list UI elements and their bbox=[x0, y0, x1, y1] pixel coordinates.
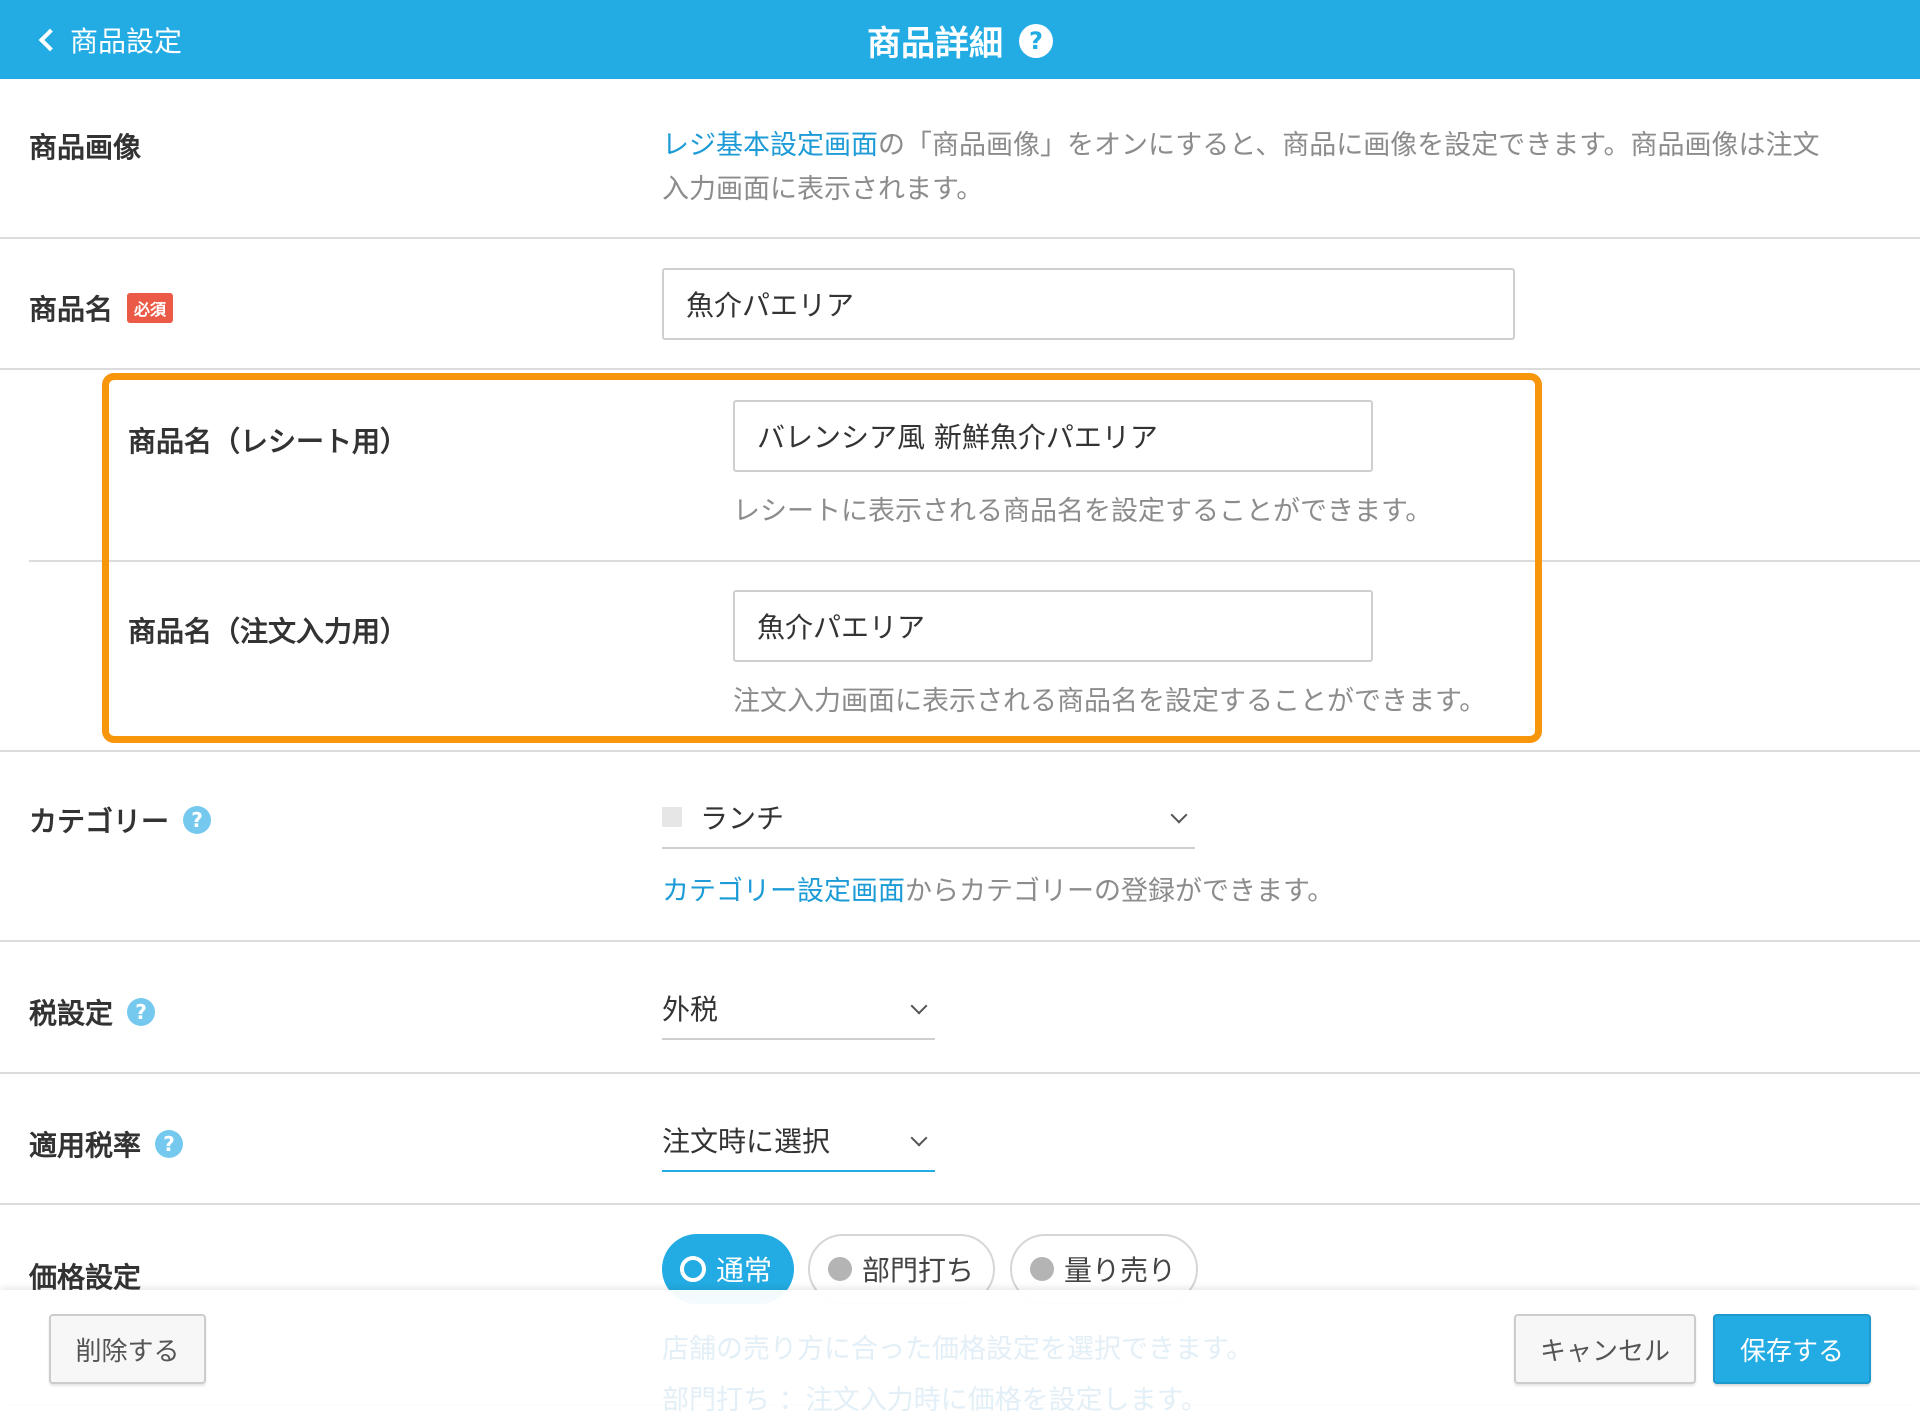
category-desc-rest: からカテゴリーの登録ができます。 bbox=[905, 876, 1335, 907]
tax-label-text: 税設定 bbox=[29, 997, 114, 1030]
help-icon[interactable]: ? bbox=[1019, 23, 1053, 58]
divider bbox=[0, 940, 1920, 942]
cancel-button[interactable]: キャンセル bbox=[1514, 1314, 1696, 1384]
tax-rate-value: 注文時に選択 bbox=[662, 1125, 831, 1158]
category-label-text: カテゴリー bbox=[29, 805, 170, 838]
chevron-down-icon bbox=[1170, 806, 1188, 824]
highlight-box bbox=[102, 373, 1542, 743]
radio-unselected-icon bbox=[828, 1257, 852, 1281]
delete-button[interactable]: 削除する bbox=[49, 1314, 206, 1384]
help-icon[interactable]: ? bbox=[183, 806, 212, 834]
tax-value: 外税 bbox=[662, 993, 719, 1026]
product-name-label-text: 商品名 bbox=[29, 293, 114, 326]
product-image-description: レジ基本設定画面の「商品画像」をオンにすると、商品に画像を設定できます。商品画像… bbox=[662, 124, 1882, 212]
price-description-2: 部門打ち ：注文入力時に価格を設定します。 bbox=[662, 1385, 1208, 1416]
divider bbox=[0, 368, 1920, 370]
divider bbox=[0, 1072, 1920, 1074]
help-icon[interactable]: ? bbox=[127, 998, 156, 1026]
footer-bar: 店舗の売り方に合った価格設定を選択できます。 部門打ち ：注文入力時に価格を設定… bbox=[0, 1290, 1920, 1416]
tax-rate-label-text: 適用税率 bbox=[29, 1129, 142, 1162]
page-title: 商品詳細 bbox=[867, 24, 1003, 64]
price-option-label: 通常 bbox=[716, 1254, 773, 1287]
product-image-label-text: 商品画像 bbox=[29, 131, 142, 164]
product-name-label: 商品名 必須 bbox=[29, 288, 174, 328]
product-image-label: 商品画像 bbox=[29, 126, 141, 166]
category-select[interactable]: ランチ bbox=[662, 787, 1195, 849]
chevron-down-icon bbox=[910, 1129, 928, 1147]
page-title-group: 商品詳細 ? bbox=[0, 16, 1920, 65]
radio-unselected-icon bbox=[1030, 1257, 1054, 1281]
category-value: ランチ bbox=[700, 802, 785, 835]
save-button[interactable]: 保存する bbox=[1713, 1314, 1871, 1384]
category-color-swatch bbox=[662, 807, 682, 827]
help-icon[interactable]: ? bbox=[155, 1130, 184, 1158]
category-label: カテゴリー ? bbox=[29, 800, 212, 840]
tax-rate-label: 適用税率 ? bbox=[29, 1124, 184, 1164]
divider bbox=[0, 1203, 1920, 1205]
price-option-label: 部門打ち bbox=[862, 1254, 975, 1287]
radio-selected-icon bbox=[680, 1256, 706, 1282]
top-bar: 商品設定 商品詳細 ? bbox=[0, 0, 1920, 79]
divider bbox=[0, 237, 1920, 239]
divider bbox=[0, 750, 1920, 752]
price-description: 店舗の売り方に合った価格設定を選択できます。 bbox=[662, 1334, 1254, 1365]
price-option-label: 量り売り bbox=[1064, 1254, 1177, 1287]
tax-rate-select[interactable]: 注文時に選択 bbox=[662, 1110, 935, 1172]
product-image-desc-line1: の「商品画像」をオンにすると、商品に画像を設定できます。商品画像は注文 bbox=[878, 130, 1820, 161]
tax-select[interactable]: 外税 bbox=[662, 978, 935, 1040]
register-settings-link[interactable]: レジ基本設定画面 bbox=[662, 130, 878, 161]
chevron-down-icon bbox=[910, 997, 928, 1015]
category-description: カテゴリー設定画面からカテゴリーの登録ができます。 bbox=[662, 870, 1334, 914]
product-image-desc-line2: 入力画面に表示されます。 bbox=[662, 174, 984, 205]
product-name-input[interactable]: 魚介パエリア bbox=[662, 268, 1515, 340]
tax-label: 税設定 ? bbox=[29, 992, 156, 1032]
category-settings-link[interactable]: カテゴリー設定画面 bbox=[662, 876, 905, 907]
required-badge: 必須 bbox=[127, 293, 174, 323]
